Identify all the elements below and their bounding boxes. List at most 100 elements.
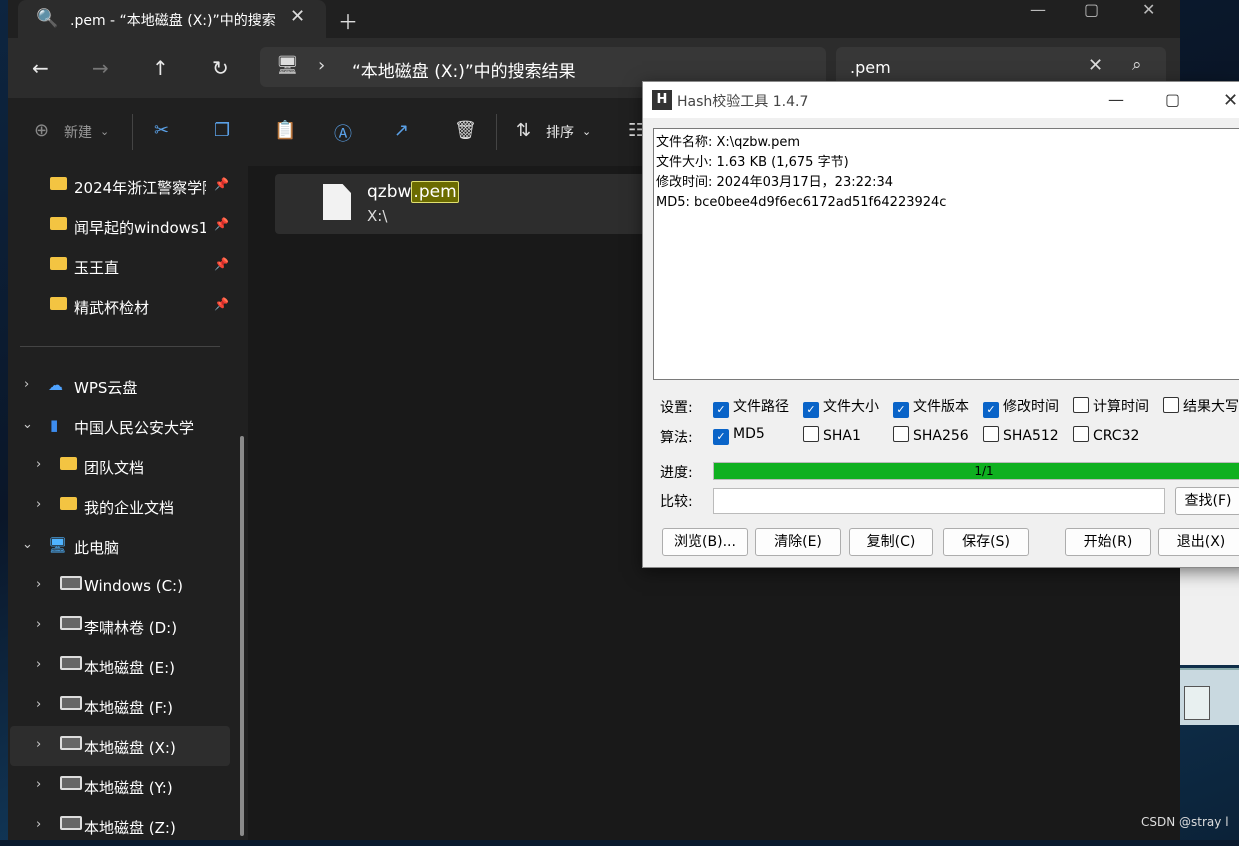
window-close-icon[interactable]: ✕ <box>1142 0 1155 19</box>
chevron-right-icon[interactable]: › <box>36 817 41 832</box>
copy-button[interactable]: 复制(C) <box>849 528 933 556</box>
sidebar-item-pinned[interactable]: 闻早起的windows1( 📌 <box>10 206 230 246</box>
chevron-right-icon[interactable]: › <box>36 697 41 712</box>
maximize-icon[interactable]: ▢ <box>1165 90 1180 109</box>
drive-icon <box>60 616 82 634</box>
back-icon[interactable]: ← <box>32 56 49 80</box>
checkbox-sha512[interactable]: SHA512 <box>983 426 1059 444</box>
checkbox-sha1[interactable]: SHA1 <box>803 426 861 444</box>
checkbox-empty-icon <box>803 426 819 442</box>
minimize-icon[interactable]: — <box>1030 0 1046 19</box>
close-icon[interactable]: ✕ <box>1223 90 1238 111</box>
checkbox-checked-icon: ✓ <box>893 402 909 418</box>
checkbox-label: 文件大小 <box>823 399 879 415</box>
chevron-down-icon[interactable]: ⌄ <box>22 537 33 552</box>
refresh-icon[interactable]: ↻ <box>212 56 229 80</box>
share-icon[interactable]: ↗ <box>394 120 409 141</box>
tab-search-results[interactable]: 🔍 .pem - “本地磁盘 (X:)”中的搜索 ✕ <box>18 0 326 38</box>
sidebar-item-pinned[interactable]: 2024年浙江警察学院 📌 <box>10 166 230 206</box>
sort-button[interactable]: 排序 <box>546 122 574 142</box>
sidebar-item-drive-f[interactable]: › 本地磁盘 (F:) <box>10 686 230 726</box>
settings-label: 设置: <box>660 400 693 416</box>
search-icon[interactable]: ⌕ <box>1132 55 1142 75</box>
maximize-icon[interactable]: ▢ <box>1084 0 1099 19</box>
chevron-right-icon[interactable]: › <box>36 737 41 752</box>
sidebar-item-pinned[interactable]: 精武杯检材 📌 <box>10 286 230 326</box>
checkbox-sha256[interactable]: SHA256 <box>893 426 969 444</box>
result-textarea[interactable]: 文件名称: X:\qzbw.pem 文件大小: 1.63 KB (1,675 字… <box>653 128 1239 380</box>
sidebar-item-my-docs[interactable]: › 我的企业文档 <box>10 486 230 526</box>
clear-button[interactable]: 清除(E) <box>755 528 841 556</box>
checkbox-calc-time[interactable]: 计算时间 <box>1073 396 1149 416</box>
chevron-right-icon[interactable]: › <box>24 377 29 392</box>
sidebar-item-this-pc[interactable]: ⌄ 🖥 此电脑 <box>10 526 230 566</box>
checkbox-md5[interactable]: ✓ MD5 <box>713 426 765 445</box>
sidebar-item-drive-z[interactable]: › 本地磁盘 (Z:) <box>10 806 230 846</box>
checkbox-empty-icon <box>983 426 999 442</box>
sidebar-item-pinned[interactable]: 玉王直 📌 <box>10 246 230 286</box>
checkbox-file-version[interactable]: ✓ 文件版本 <box>893 396 969 418</box>
sidebar-item-team-docs[interactable]: › 团队文档 <box>10 446 230 486</box>
checkbox-label: SHA1 <box>823 428 861 444</box>
chevron-right-icon[interactable]: › <box>318 55 325 76</box>
cut-icon[interactable]: ✂ <box>154 120 169 141</box>
sidebar-item-label: 本地磁盘 (X:) <box>84 739 176 757</box>
new-button[interactable]: 新建 <box>64 122 92 142</box>
exit-button[interactable]: 退出(X) <box>1158 528 1239 556</box>
browse-button[interactable]: 浏览(B)... <box>662 528 748 556</box>
checkbox-label: 修改时间 <box>1003 399 1059 415</box>
compare-label: 比较: <box>660 494 693 510</box>
watermark: CSDN @stray l <box>1141 815 1229 829</box>
clear-search-icon[interactable]: ✕ <box>1088 55 1103 76</box>
checkbox-checked-icon: ✓ <box>803 402 819 418</box>
checkbox-label: CRC32 <box>1093 428 1140 444</box>
checkbox-file-size[interactable]: ✓ 文件大小 <box>803 396 879 418</box>
minimize-icon[interactable]: — <box>1108 90 1124 109</box>
sidebar-scrollbar[interactable] <box>240 436 244 836</box>
paste-icon[interactable]: 📋 <box>274 120 296 141</box>
chevron-right-icon[interactable]: › <box>36 657 41 672</box>
new-icon: ⊕ <box>34 120 50 141</box>
rename-icon[interactable]: Ⓐ <box>334 120 352 146</box>
sidebar-item-drive-e[interactable]: › 本地磁盘 (E:) <box>10 646 230 686</box>
forward-icon[interactable]: → <box>92 56 109 80</box>
computer-icon: 🖥 <box>276 55 299 76</box>
cloud-icon: ☁ <box>48 376 63 394</box>
chevron-right-icon[interactable]: › <box>36 457 41 472</box>
chevron-right-icon[interactable]: › <box>36 497 41 512</box>
sidebar-item-drive-y[interactable]: › 本地磁盘 (Y:) <box>10 766 230 806</box>
delete-icon[interactable]: 🗑 <box>454 120 477 141</box>
up-icon[interactable]: ↑ <box>152 56 169 80</box>
checkbox-file-path[interactable]: ✓ 文件路径 <box>713 396 789 418</box>
sidebar-item-wps[interactable]: › ☁ WPS云盘 <box>10 366 230 406</box>
output-line: 文件大小: 1.63 KB (1,675 字节) <box>656 155 849 170</box>
checkbox-uppercase[interactable]: 结果大写 <box>1163 396 1239 416</box>
sidebar-item-label: 玉王直 <box>74 259 120 277</box>
start-button[interactable]: 开始(R) <box>1065 528 1151 556</box>
chevron-right-icon[interactable]: › <box>36 617 41 632</box>
find-button[interactable]: 查找(F) <box>1175 487 1239 515</box>
checkbox-modified-time[interactable]: ✓ 修改时间 <box>983 396 1059 418</box>
new-tab-icon[interactable]: ＋ <box>338 6 358 35</box>
chevron-right-icon[interactable]: › <box>36 777 41 792</box>
close-tab-icon[interactable]: ✕ <box>290 6 305 27</box>
chevron-down-icon[interactable]: ⌄ <box>22 417 33 432</box>
pin-icon: 📌 <box>214 257 229 271</box>
checkbox-label: 计算时间 <box>1093 399 1149 415</box>
compare-input[interactable] <box>713 488 1165 514</box>
sidebar-item-drive-d[interactable]: › 李啸林卷 (D:) <box>10 606 230 646</box>
sidebar-item-label: 我的企业文档 <box>84 499 175 517</box>
checkbox-label: MD5 <box>733 426 765 442</box>
sidebar-item-drive-c[interactable]: › Windows (C:) <box>10 566 230 606</box>
checkbox-crc32[interactable]: CRC32 <box>1073 426 1139 444</box>
checkbox-empty-icon <box>1073 397 1089 413</box>
chevron-right-icon[interactable]: › <box>36 577 41 592</box>
sidebar-item-org[interactable]: ⌄ ▮ 中国人民公安大学 <box>10 406 230 446</box>
checkbox-empty-icon <box>893 426 909 442</box>
divider <box>496 114 497 150</box>
copy-icon[interactable]: ❐ <box>214 120 230 141</box>
checkbox-label: SHA256 <box>913 428 969 444</box>
sidebar-item-drive-x[interactable]: › 本地磁盘 (X:) <box>10 726 230 766</box>
save-button[interactable]: 保存(S) <box>943 528 1029 556</box>
computer-icon: 🖥 <box>48 536 68 554</box>
